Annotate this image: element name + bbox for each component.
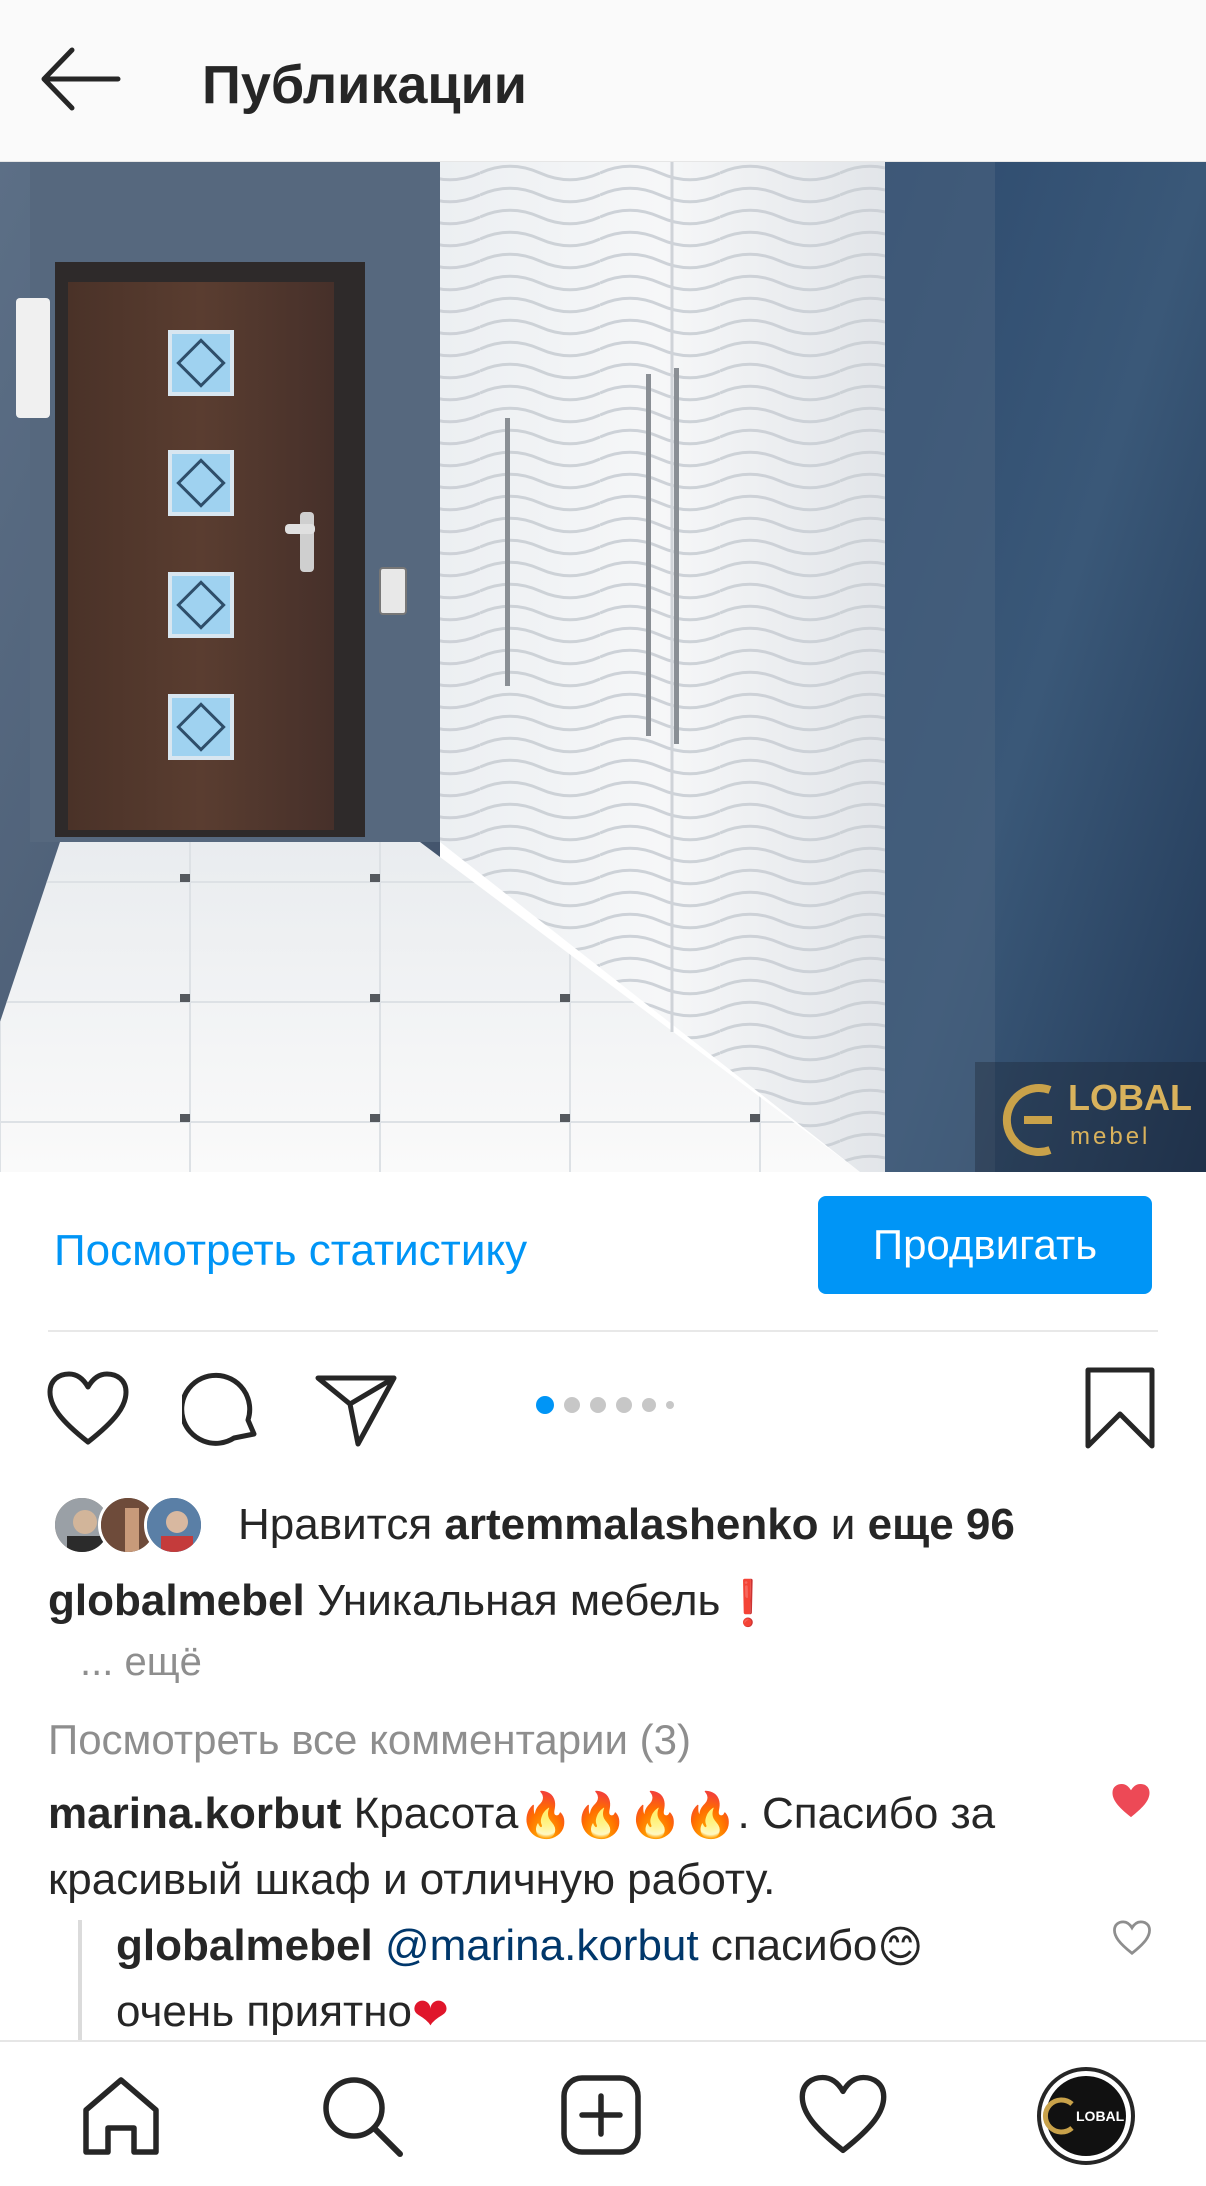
avatar bbox=[144, 1495, 204, 1555]
watermark-subtitle: mebel bbox=[1070, 1123, 1150, 1150]
carousel-dot bbox=[666, 1401, 674, 1409]
comment: marina.korbut Красота🔥🔥🔥🔥. Спасибо за кр… bbox=[48, 1782, 1108, 1912]
smile-emoji: 😊 bbox=[877, 1923, 924, 1973]
liker-username[interactable]: artemmalashenko bbox=[444, 1500, 818, 1549]
bookmark-icon bbox=[1085, 1367, 1155, 1449]
back-button[interactable] bbox=[38, 44, 122, 114]
profile-avatar-text: LOBAL bbox=[1076, 2108, 1125, 2124]
caption-username[interactable]: globalmebel bbox=[48, 1576, 305, 1625]
heart-icon bbox=[47, 1371, 129, 1445]
fire-emoji: 🔥 bbox=[518, 1791, 574, 1841]
top-app-bar: Публикации bbox=[0, 0, 1206, 162]
carousel-dot bbox=[642, 1398, 656, 1412]
paper-plane-icon bbox=[315, 1375, 397, 1447]
like-button[interactable] bbox=[46, 1370, 130, 1453]
heart-outline-icon bbox=[1113, 1920, 1151, 1955]
nav-profile[interactable]: LOBAL bbox=[1036, 2066, 1136, 2166]
search-icon bbox=[323, 2077, 403, 2157]
nav-search[interactable] bbox=[316, 2070, 406, 2160]
home-icon bbox=[83, 2077, 159, 2155]
fire-emoji: 🔥 bbox=[573, 1791, 628, 1841]
mention-link[interactable]: @marina.korbut bbox=[385, 1921, 699, 1970]
comment-reply: globalmebel @marina.korbut спасибо😊 очен… bbox=[116, 1914, 1096, 2047]
carousel-dot bbox=[564, 1397, 580, 1413]
divider bbox=[48, 1330, 1158, 1332]
bottom-navigation: LOBAL bbox=[0, 2040, 1206, 2186]
profile-avatar: LOBAL bbox=[1037, 2067, 1135, 2165]
heart-filled-icon bbox=[1112, 1783, 1150, 1818]
comment-username[interactable]: globalmebel bbox=[116, 1921, 373, 1970]
carousel-indicator bbox=[536, 1396, 674, 1414]
fire-emoji: 🔥 bbox=[627, 1791, 683, 1841]
red-heart-emoji: ❤ bbox=[411, 1989, 449, 2039]
comment-text-continued: очень приятно bbox=[116, 1987, 412, 2037]
view-all-comments-link[interactable]: Посмотреть все комментарии (3) bbox=[48, 1716, 691, 1764]
activity-heart-icon bbox=[799, 2074, 887, 2154]
comment-username[interactable]: marina.korbut bbox=[48, 1789, 341, 1838]
reply-thread-line bbox=[78, 1920, 82, 2040]
save-button[interactable] bbox=[1084, 1366, 1156, 1455]
nav-new-post[interactable] bbox=[556, 2070, 646, 2160]
comment-like-button[interactable] bbox=[1110, 1782, 1152, 1825]
carousel-dot bbox=[590, 1397, 606, 1413]
watermark-brand: LOBAL bbox=[1068, 1077, 1192, 1118]
likes-conjunction: и bbox=[830, 1500, 856, 1549]
share-button[interactable] bbox=[314, 1370, 398, 1455]
comment-text: спасибо bbox=[710, 1921, 878, 1970]
post-caption: globalmebel Уникальная мебель❗ bbox=[48, 1576, 775, 1629]
comment-like-button[interactable] bbox=[1112, 1920, 1152, 1961]
likes-text: Нравится artemmalashenko и еще 96 bbox=[238, 1500, 1015, 1550]
comment-bubble-icon bbox=[179, 1372, 257, 1446]
carousel-dot bbox=[536, 1396, 554, 1414]
likes-others-count[interactable]: еще 96 bbox=[868, 1500, 1015, 1549]
liker-avatars bbox=[52, 1492, 210, 1558]
post-photo[interactable]: LOBAL mebel bbox=[0, 162, 1206, 1172]
comment-button[interactable] bbox=[179, 1370, 262, 1455]
exclamation-emoji: ❗ bbox=[720, 1579, 776, 1629]
caption-more-link[interactable]: ... ещё bbox=[80, 1640, 202, 1685]
likes-prefix: Нравится bbox=[238, 1500, 433, 1549]
fire-emojis: 🔥🔥🔥🔥 bbox=[518, 1789, 737, 1840]
fire-emoji: 🔥 bbox=[682, 1791, 738, 1841]
carousel-dot bbox=[616, 1397, 632, 1413]
new-post-icon bbox=[561, 2075, 641, 2155]
promote-button[interactable]: Продвигать bbox=[818, 1196, 1152, 1294]
nav-activity[interactable] bbox=[798, 2070, 888, 2160]
likes-summary[interactable]: Нравится artemmalashenko и еще 96 bbox=[52, 1492, 1015, 1558]
nav-home[interactable] bbox=[76, 2070, 166, 2160]
page-title: Публикации bbox=[202, 55, 528, 115]
comment-text: Красота bbox=[353, 1789, 519, 1838]
view-insights-link[interactable]: Посмотреть статистику bbox=[54, 1226, 527, 1276]
arrow-left-icon bbox=[41, 47, 121, 111]
caption-text: Уникальная мебель bbox=[316, 1576, 721, 1625]
